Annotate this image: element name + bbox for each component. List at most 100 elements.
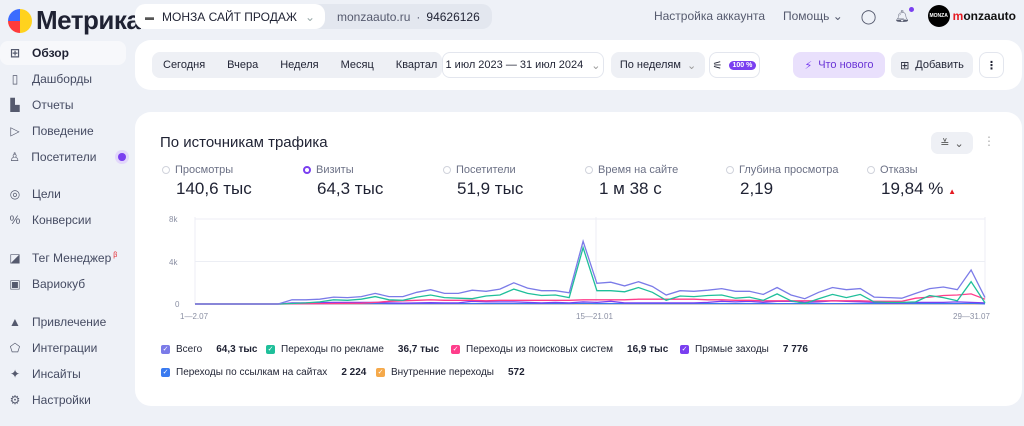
sampling-button[interactable]: ⚟ 100 % [709,52,760,78]
car-icon: ▬ [145,11,154,22]
play-icon: ▷ [10,124,20,138]
logo-icon [8,8,32,33]
metric-visitors[interactable]: Посетители 51,9 тыс [443,164,523,199]
metric-visits[interactable]: Визиты 64,3 тыс [303,164,383,199]
line-chart-icon: ≚ [940,137,950,150]
sidebar-item-reports[interactable]: ▙ Отчеты [0,93,126,117]
sampling-badge: 100 % [728,60,757,70]
sidebar-item-visitors[interactable]: ♙ Посетители [0,145,126,169]
chevron-down-icon: ⌄ [304,9,315,24]
line-chart: 8k 4k 0 1—2.07 15—21.01 29—31.07 [169,215,990,321]
sparkle-icon: ✦ [9,367,21,381]
sidebar-item-insights[interactable]: ✦ Инсайты [0,362,126,386]
site-domain: monzaauto.ru [337,9,411,24]
user-menu[interactable]: MONZA monzaauto [927,5,1016,27]
avatar: MONZA [927,5,950,27]
site-id: 94626126 [426,9,480,24]
tag-icon: ◪ [9,251,21,265]
grouping-select[interactable]: По неделям ⌄ [611,52,705,78]
checkbox-icon: ✓ [161,345,170,354]
sidebar-item-dashboards[interactable]: ▯ Дашборды [0,67,126,91]
counter-selector[interactable]: ▬ МОНЗА САЙТ ПРОДАЖ ⌄ monzaauto.ru · 9462612… [135,4,492,29]
chart-type-select[interactable]: ≚ ⌄ [931,132,973,154]
series-line-0 [195,239,986,305]
widget-title: По источникам трафика [160,134,328,151]
percent-icon: % [9,213,21,227]
y-tick-label: 0 [175,300,180,309]
checkbox-icon: ✓ [161,368,170,377]
trend-up-icon: ▲ [948,187,957,196]
checkbox-icon: ✓ [376,368,385,377]
add-widget-icon: ⊞ [900,59,910,72]
puzzle-icon: ⬠ [9,341,21,355]
sidebar-item-behavior[interactable]: ▷ Поведение [0,119,126,143]
x-tick-label: 29—31.07 [953,312,990,321]
whats-new-button[interactable]: ⚡︎ Что нового [793,52,885,78]
radio-icon [726,166,734,174]
radio-icon [162,166,170,174]
radio-selected-icon [303,166,311,174]
period-today[interactable]: Сегодня [152,59,216,71]
sidebar-item-settings[interactable]: ⚙ Настройки [0,388,126,412]
chevron-down-icon: ⌄ [686,59,697,72]
sidebar-item-tag-manager[interactable]: ◪ Тег Менеджер β [0,246,126,270]
bar-chart-icon: ▙ [10,98,20,112]
sidebar-item-conversions[interactable]: % Конверсии [0,208,126,232]
radio-icon [585,166,593,174]
sidebar-item-variocube[interactable]: ▣ Вариокуб [0,272,126,296]
period-tabs: Сегодня Вчера Неделя Месяц Квартал [152,52,442,78]
fire-icon: ▲ [9,315,21,329]
sidebar-item-acquisition[interactable]: ▲ Привлечение [0,310,126,334]
series-line-1 [195,245,986,305]
checkbox-icon: ✓ [680,345,689,354]
radio-icon [867,166,875,174]
radio-icon [443,166,451,174]
checkbox-icon: ✓ [451,345,460,354]
metric-page-depth[interactable]: Глубина просмотра 2,19 [726,164,838,199]
period-yesterday[interactable]: Вчера [216,59,269,71]
gear-icon: ⚙ [9,393,21,407]
target-icon: ◎ [9,187,21,201]
chevron-down-icon: ⌄ [591,59,601,72]
beta-badge: β [113,251,118,259]
metrika-logo[interactable]: Метрика [8,5,141,36]
metric-pageviews[interactable]: Просмотры 140,6 тыс [162,164,252,199]
legend-internal[interactable]: ✓ Внутренние переходы 572 [376,367,525,378]
legend-links[interactable]: ✓ Переходы по ссылкам на сайтах 2 224 [161,367,366,378]
chat-icon[interactable]: ◯ [861,8,877,25]
x-tick-label: 15—21.01 [576,312,613,321]
widget-more-icon[interactable]: ⋮ [983,134,995,148]
legend-search[interactable]: ✓ Переходы из поисковых систем 16,9 тыс [451,344,668,355]
sidebar-item-goals[interactable]: ◎ Цели [0,182,126,206]
y-tick-label: 8k [169,215,178,224]
site-name: МОНЗА САЙТ ПРОДАЖ [162,9,297,24]
metric-time-on-site[interactable]: Время на сайте 1 м 38 с [585,164,678,199]
sidebar-item-integrations[interactable]: ⬠ Интеграции [0,336,126,360]
x-tick-label: 1—2.07 [180,312,209,321]
account-settings-link[interactable]: Настройка аккаунта [654,9,765,23]
sliders-icon: ⚟ [712,59,723,72]
legend-ads[interactable]: ✓ Переходы по рекламе 36,7 тыс [266,344,439,355]
checkbox-icon: ✓ [266,345,275,354]
bell-icon[interactable]: 🔔︎ [894,7,914,23]
toolbar: Сегодня Вчера Неделя Месяц Квартал 1 июл… [135,40,1022,90]
period-quarter[interactable]: Квартал [385,59,449,71]
period-month[interactable]: Месяц [330,59,385,71]
new-dot [118,153,126,161]
help-menu[interactable]: Помощь ⌄ [783,9,843,23]
dashboards-icon: ▯ [11,72,19,86]
grid-icon: ⊞ [9,46,21,60]
date-range-picker[interactable]: 1 июл 2023 — 31 июл 2024 ⌄ [442,52,604,78]
sidebar-item-overview[interactable]: ⊞ Обзор [0,41,126,65]
lightning-icon: ⚡︎ [804,59,813,72]
metric-bounce-rate[interactable]: Отказы 19,84 % ▲ [867,164,956,199]
user-icon: ♙ [9,150,21,164]
legend-total[interactable]: ✓ Всего 64,3 тыс [161,344,257,355]
legend-direct[interactable]: ✓ Прямые заходы 7 776 [680,344,808,355]
add-button[interactable]: ⊞ Добавить [891,52,973,78]
more-vertical-icon: ⋮ [986,59,997,72]
period-week[interactable]: Неделя [269,59,329,71]
chevron-down-icon: ⌄ [954,137,964,150]
more-menu-button[interactable]: ⋮ [979,52,1004,78]
traffic-sources-widget: По источникам трафика ≚ ⌄ ⋮ Просмотры 140,… [135,112,1022,406]
